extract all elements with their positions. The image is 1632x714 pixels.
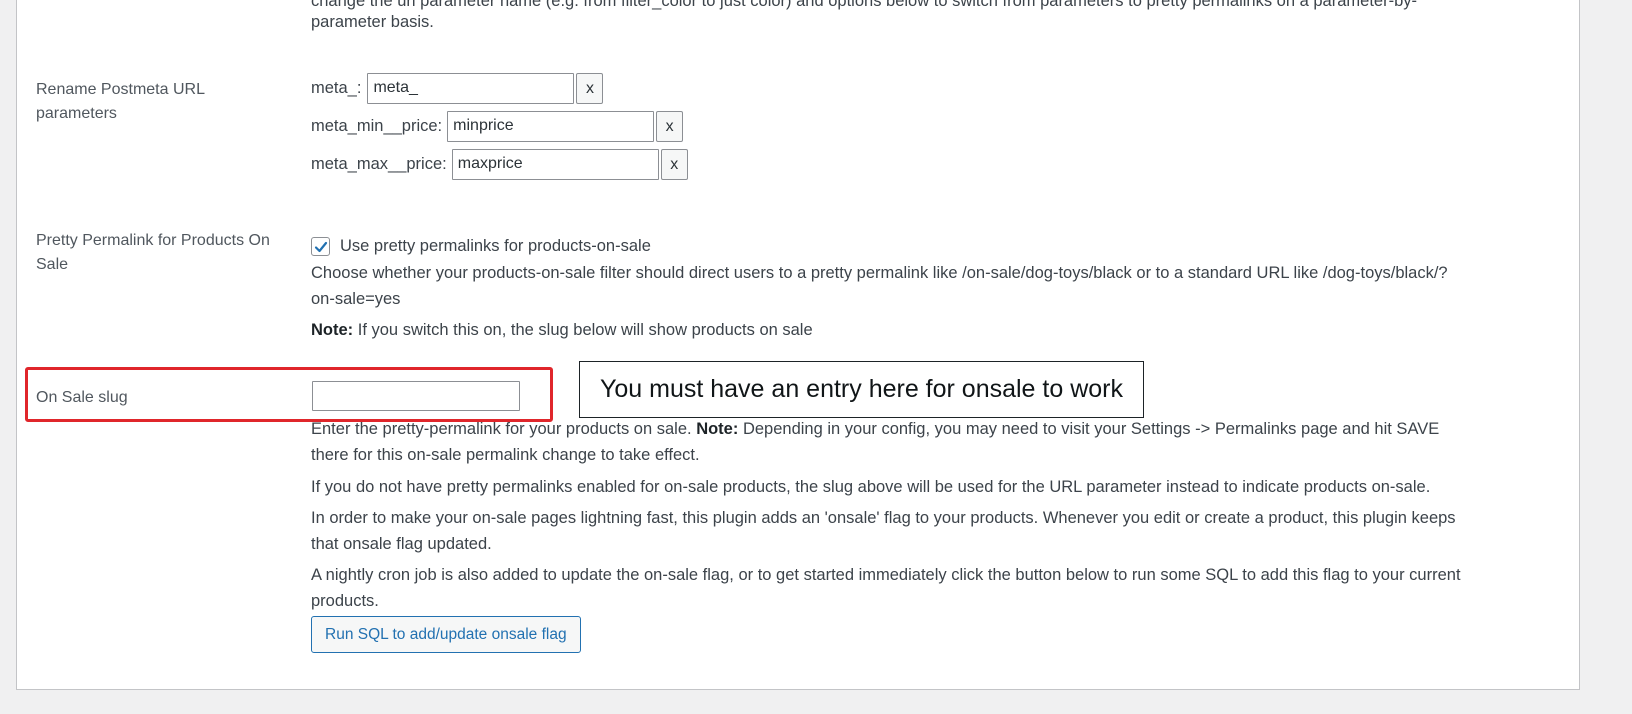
onsale-fallback-paragraph: If you do not have pretty permalinks ena… <box>311 478 1431 496</box>
meta-field-label: meta_: <box>311 79 362 97</box>
pretty-onsale-row-label: Pretty Permalink for Products On Sale <box>36 232 270 273</box>
min-price-field-label: meta_min__price: <box>311 117 443 135</box>
onsale-flag-paragraph-line1: In order to make your on-sale pages ligh… <box>311 509 1456 527</box>
parameters-description-line1: change the url parameter name (e.g. from… <box>311 0 1417 10</box>
pretty-onsale-description-line2: on-sale=yes <box>311 290 401 308</box>
postmeta-row-label: Rename Postmeta URL parameters <box>36 81 205 122</box>
pretty-onsale-checkbox-label: Use pretty permalinks for products-on-sa… <box>340 237 651 255</box>
parameters-description-line2: parameter basis. <box>311 13 434 31</box>
min-price-input[interactable] <box>447 110 655 142</box>
onsale-slug-input[interactable] <box>312 381 520 411</box>
onsale-slug-label: On Sale slug <box>36 389 128 406</box>
postmeta-field-meta: meta_: x <box>311 71 604 105</box>
onsale-slug-help-line1: Enter the pretty-permalink for your prod… <box>311 420 1440 438</box>
cron-paragraph-line1: A nightly cron job is also added to upda… <box>311 566 1461 584</box>
max-price-remove-button[interactable]: x <box>660 148 688 180</box>
postmeta-field-max-price: meta_max__price: x <box>311 147 688 181</box>
meta-prefix-input[interactable] <box>367 72 575 104</box>
max-price-input[interactable] <box>451 148 659 180</box>
meta-prefix-remove-button[interactable]: x <box>576 72 604 104</box>
pretty-onsale-description-line1: Choose whether your products-on-sale fil… <box>311 264 1448 282</box>
onsale-flag-paragraph-line2: that onsale flag updated. <box>311 535 492 553</box>
postmeta-field-min-price: meta_min__price: x <box>311 109 684 143</box>
pretty-onsale-checkbox[interactable] <box>311 237 330 256</box>
callout-annotation: You must have an entry here for onsale t… <box>579 361 1144 418</box>
pretty-onsale-note: Note: If you switch this on, the slug be… <box>311 321 813 339</box>
run-sql-button[interactable]: Run SQL to add/update onsale flag <box>311 616 581 653</box>
onsale-slug-help-line2: there for this on-sale permalink change … <box>311 446 700 464</box>
pretty-onsale-option: Use pretty permalinks for products-on-sa… <box>311 233 651 260</box>
cron-paragraph-line2: products. <box>311 592 379 610</box>
min-price-remove-button[interactable]: x <box>656 110 684 142</box>
max-price-field-label: meta_max__price: <box>311 155 447 173</box>
checkmark-icon <box>314 241 327 252</box>
